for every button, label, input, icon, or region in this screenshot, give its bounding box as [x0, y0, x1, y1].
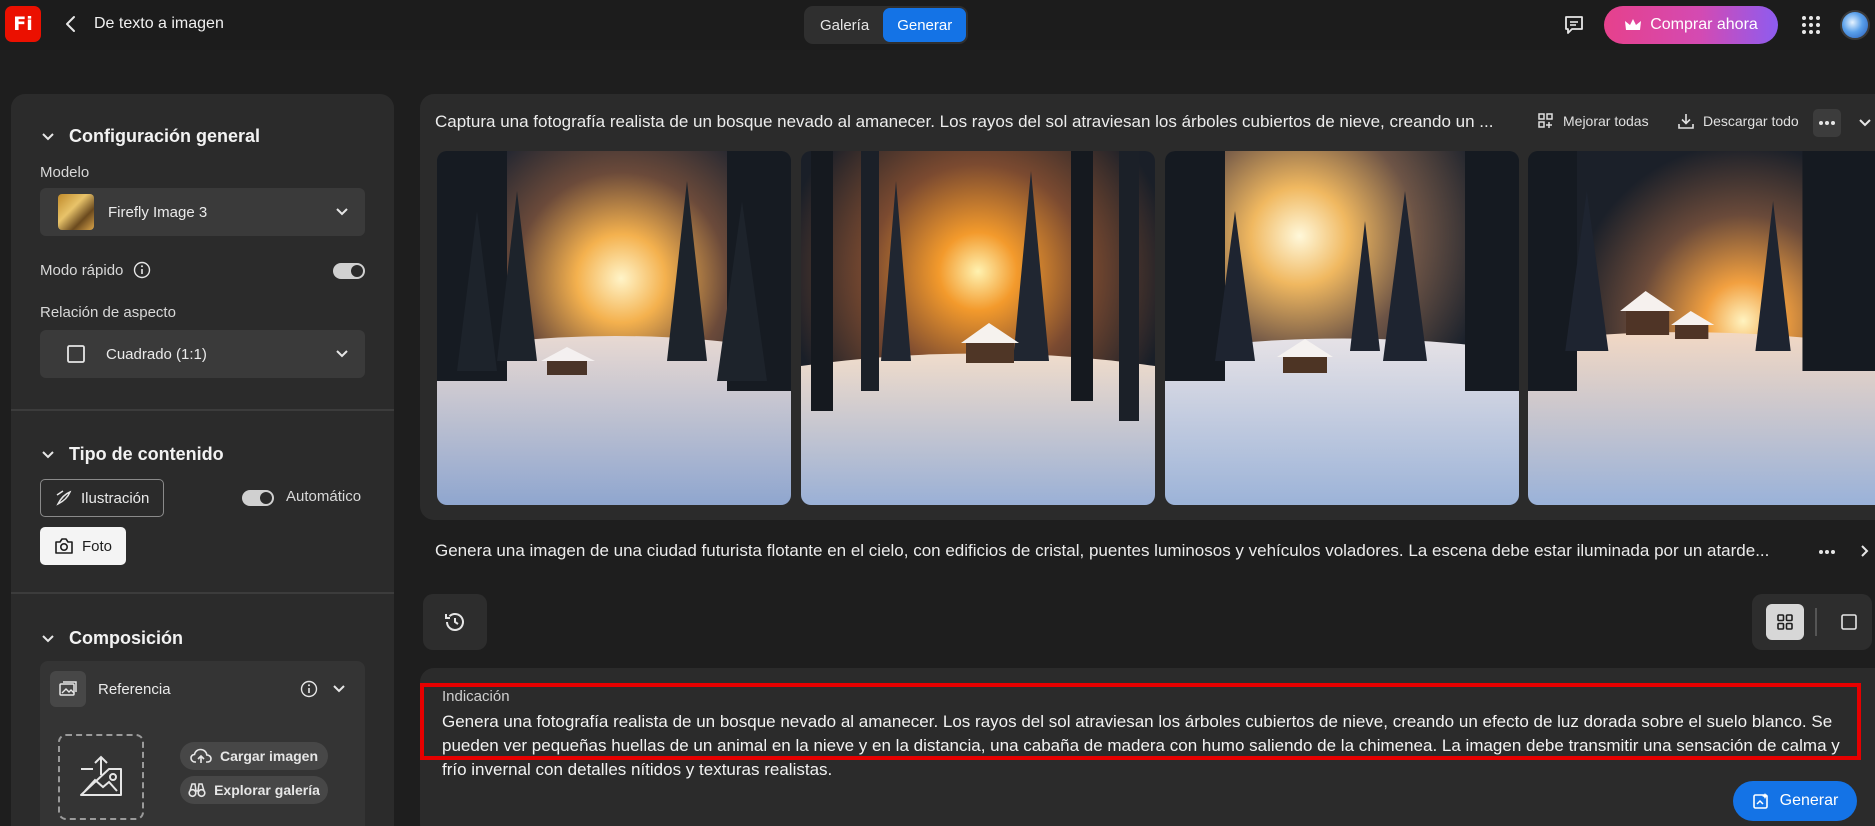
square-icon — [67, 345, 85, 363]
grid-view-button[interactable] — [1766, 604, 1804, 640]
composition-title: Composición — [69, 628, 184, 648]
top-bar: Fi De texto a imagen Galería Generar Com… — [0, 0, 1875, 50]
generated-image-2[interactable] — [801, 151, 1155, 505]
chevron-right-icon[interactable] — [1860, 544, 1870, 558]
model-select[interactable]: Firefly Image 3 — [40, 188, 365, 236]
model-thumbnail — [58, 194, 94, 230]
model-value: Firefly Image 3 — [108, 203, 208, 221]
info-icon[interactable] — [133, 261, 151, 279]
section-divider — [11, 592, 394, 594]
aspect-ratio-value: Cuadrado (1:1) — [106, 345, 207, 363]
apps-grid-icon[interactable] — [1801, 15, 1821, 35]
generated-image-3[interactable] — [1165, 151, 1519, 505]
auto-toggle[interactable] — [242, 490, 274, 506]
illustration-icon — [56, 490, 72, 506]
reference-header[interactable]: Referencia — [50, 671, 355, 707]
view-toggle-divider — [1815, 608, 1817, 636]
single-view-button[interactable] — [1830, 604, 1868, 640]
firefly-logo[interactable]: Fi — [5, 6, 41, 42]
upload-image-label: Cargar imagen — [219, 748, 319, 764]
user-avatar[interactable] — [1840, 10, 1870, 40]
chevron-down-icon — [42, 450, 54, 458]
upload-image-icon — [80, 755, 122, 796]
generate-icon — [1752, 793, 1768, 809]
tab-generate[interactable]: Generar — [883, 8, 967, 42]
chevron-down-icon[interactable] — [1858, 117, 1872, 129]
photo-label: Foto — [82, 537, 113, 555]
reference-label: Referencia — [98, 680, 171, 698]
illustration-label: Ilustración — [81, 489, 150, 507]
download-all-label: Descargar todo — [1703, 113, 1799, 129]
history-icon — [445, 613, 464, 631]
upload-dropzone[interactable] — [58, 734, 144, 820]
buy-now-label: Comprar ahora — [1650, 16, 1758, 33]
more-dots-icon — [1819, 121, 1835, 125]
settings-panel: Configuración general Modelo Firefly Ima… — [11, 94, 394, 826]
crown-icon — [1625, 19, 1642, 30]
chevron-down-icon — [42, 634, 54, 642]
improve-all-label: Mejorar todas — [1563, 113, 1649, 129]
feedback-chat-icon[interactable] — [1563, 14, 1585, 36]
content-type-header[interactable]: Tipo de contenido — [41, 444, 224, 465]
reference-card: Referencia Cargar imagen Explorar galerí… — [40, 661, 365, 826]
more-options-button[interactable] — [1813, 538, 1841, 566]
composition-header[interactable]: Composición — [41, 628, 183, 649]
download-all-button[interactable]: Descargar todo — [1677, 112, 1799, 130]
aspect-ratio-select[interactable]: Cuadrado (1:1) — [40, 330, 365, 378]
info-icon[interactable] — [300, 680, 318, 698]
prompt-label: Indicación — [442, 688, 510, 705]
buy-now-button[interactable]: Comprar ahora — [1604, 6, 1778, 44]
camera-icon — [55, 538, 73, 554]
view-toggle — [1752, 594, 1872, 650]
mode-switch: Galería Generar — [804, 6, 969, 44]
auto-label: Automático — [286, 488, 362, 505]
result-prompt-2[interactable]: Genera una imagen de una ciudad futurist… — [435, 541, 1797, 561]
chevron-down-icon[interactable] — [332, 682, 346, 696]
grid-view-icon — [1777, 614, 1793, 630]
explore-gallery-button[interactable]: Explorar galería — [180, 776, 328, 804]
section-divider — [11, 409, 394, 411]
download-icon — [1678, 114, 1694, 129]
illustration-button[interactable]: Ilustración — [40, 479, 165, 517]
generated-image-4[interactable] — [1528, 151, 1875, 505]
fast-mode-toggle[interactable] — [333, 263, 365, 279]
generate-button[interactable]: Generar — [1733, 781, 1857, 821]
more-dots-icon — [1819, 550, 1835, 554]
page-title: De texto a imagen — [94, 15, 224, 32]
content-type-title: Tipo de contenido — [69, 444, 224, 464]
fast-mode-label: Modo rápido — [40, 261, 124, 279]
fast-mode-row: Modo rápido — [40, 261, 151, 279]
general-settings-title: Configuración general — [69, 126, 261, 146]
photo-button[interactable]: Foto — [40, 527, 127, 565]
more-options-button[interactable] — [1813, 109, 1841, 137]
chevron-down-icon — [336, 350, 348, 358]
upload-image-button[interactable]: Cargar imagen — [180, 742, 328, 770]
binoculars-icon — [188, 783, 206, 798]
single-view-icon — [1841, 614, 1857, 630]
aspect-ratio-label: Relación de aspecto — [40, 304, 176, 321]
chevron-down-icon — [336, 208, 348, 216]
result-prompt-1[interactable]: Captura una fotografía realista de un bo… — [435, 112, 1513, 132]
tab-gallery[interactable]: Galería — [806, 8, 883, 42]
general-settings-header[interactable]: Configuración general — [41, 126, 260, 147]
generated-image-1[interactable] — [437, 151, 791, 505]
reference-icon-box — [50, 671, 86, 707]
enhance-icon — [1538, 113, 1553, 128]
model-label: Modelo — [40, 164, 90, 181]
cloud-upload-icon — [190, 748, 212, 763]
explore-gallery-label: Explorar galería — [214, 782, 320, 798]
reference-image-icon — [59, 681, 77, 696]
improve-all-button[interactable]: Mejorar todas — [1537, 112, 1649, 130]
prompt-textarea[interactable]: Genera una fotografía realista de un bos… — [442, 710, 1852, 782]
chevron-down-icon — [42, 132, 54, 140]
generate-label: Generar — [1779, 792, 1839, 809]
history-button[interactable] — [423, 594, 487, 650]
back-arrow-icon[interactable] — [62, 14, 80, 34]
